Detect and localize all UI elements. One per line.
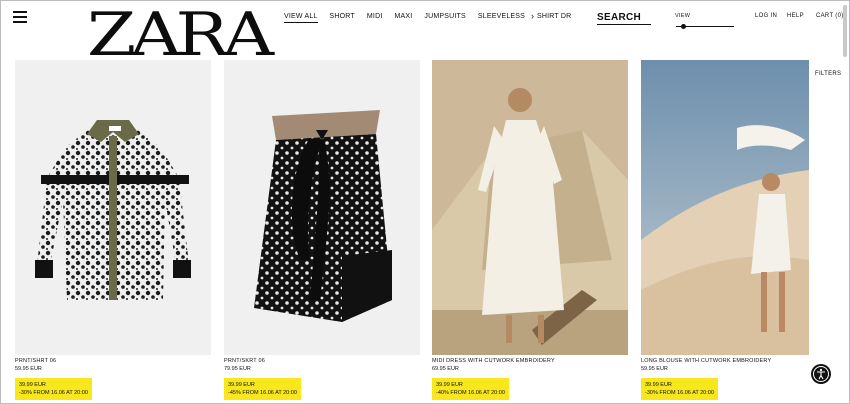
login-link[interactable]: LOG IN: [755, 13, 777, 19]
sale-badge: 39.99 EUR -30% FROM 16.06 AT 20:00: [15, 378, 92, 400]
product-price: 59.95 EUR: [15, 366, 42, 372]
scrollbar[interactable]: [843, 5, 847, 57]
product-price: 69.95 EUR: [432, 366, 459, 372]
product-price: 59.95 EUR: [641, 366, 668, 372]
help-link[interactable]: HELP: [787, 13, 804, 19]
view-size-slider[interactable]: [676, 24, 734, 29]
sale-badge: 39.99 EUR -30% FROM 16.06 AT 20:00: [641, 378, 718, 400]
sale-note: -30% FROM 16.06 AT 20:00: [645, 390, 714, 396]
sale-badge: 39.99 EUR -45% FROM 16.06 AT 20:00: [224, 378, 301, 400]
product-name[interactable]: PRNT/SHRT 06: [15, 358, 211, 364]
product-price: 79.95 EUR: [224, 366, 251, 372]
cart-link[interactable]: CART (0): [816, 13, 844, 19]
accessibility-icon[interactable]: [811, 364, 831, 384]
product-card[interactable]: MIDI DRESS WITH CUTWORK EMBROIDERY 69.95…: [432, 60, 628, 400]
product-card[interactable]: PRNT/SHRT 06 59.95 EUR 39.99 EUR -30% FR…: [15, 60, 211, 400]
product-image-printed-skirt[interactable]: [224, 60, 420, 355]
tab-sleeveless[interactable]: SLEEVELESS: [478, 13, 525, 23]
view-slider-handle[interactable]: [681, 24, 686, 29]
hamburger-menu-icon[interactable]: [13, 11, 27, 23]
product-image-printed-shirt[interactable]: [15, 60, 211, 355]
tab-short[interactable]: SHORT: [330, 13, 355, 23]
search-button[interactable]: SEARCH: [597, 12, 651, 25]
chevron-right-icon[interactable]: ›: [531, 11, 534, 21]
product-card[interactable]: LONG BLOUSE WITH CUTWORK EMBROIDERY 59.9…: [641, 60, 837, 400]
filters-button[interactable]: FILTERS: [815, 71, 841, 77]
sale-note: -45% FROM 16.06 AT 20:00: [228, 390, 297, 396]
sale-note: -30% FROM 16.06 AT 20:00: [19, 390, 88, 396]
tab-view-all[interactable]: VIEW ALL: [284, 13, 318, 23]
tab-maxi[interactable]: MAXI: [394, 13, 412, 23]
category-tabs: VIEW ALL SHORT MIDI MAXI JUMPSUITS SLEEV…: [284, 13, 571, 23]
product-name[interactable]: LONG BLOUSE WITH CUTWORK EMBROIDERY: [641, 358, 837, 364]
sale-price: 39.99 EUR: [228, 382, 255, 388]
sale-note: -40% FROM 16.06 AT 20:00: [436, 390, 505, 396]
zara-logo[interactable]: ZARA: [87, 5, 274, 65]
sale-badge: 39.99 EUR -40% FROM 16.06 AT 20:00: [432, 378, 509, 400]
tab-shirt-dresses[interactable]: SHIRT DR: [537, 13, 571, 23]
product-card[interactable]: PRNT/SKRT 06 79.95 EUR 39.99 EUR -45% FR…: [224, 60, 420, 400]
product-name[interactable]: PRNT/SKRT 06: [224, 358, 420, 364]
product-image-midi-dress[interactable]: [432, 60, 628, 355]
sale-price: 39.99 EUR: [645, 382, 672, 388]
product-name[interactable]: MIDI DRESS WITH CUTWORK EMBROIDERY: [432, 358, 628, 364]
view-label: VIEW: [675, 13, 691, 19]
product-image-long-blouse[interactable]: [641, 60, 837, 355]
tab-jumpsuits[interactable]: JUMPSUITS: [424, 13, 465, 23]
sale-price: 39.99 EUR: [436, 382, 463, 388]
page-frame: ZARA VIEW ALL SHORT MIDI MAXI JUMPSUITS …: [0, 0, 850, 404]
tab-midi[interactable]: MIDI: [367, 13, 383, 23]
sale-price: 39.99 EUR: [19, 382, 46, 388]
